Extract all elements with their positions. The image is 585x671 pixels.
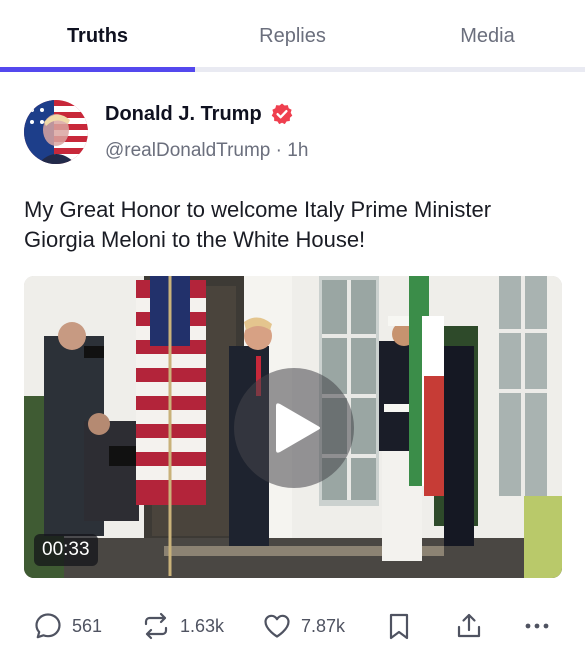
post-video[interactable]: 00:33 (24, 276, 562, 578)
reply-button[interactable]: 561 (33, 606, 102, 646)
share-icon (457, 613, 481, 638)
reply-count: 561 (72, 615, 103, 636)
active-tab-indicator (0, 67, 195, 72)
post-time: 1h (287, 140, 309, 161)
play-icon (276, 403, 320, 453)
more-icon (525, 623, 549, 629)
share-button[interactable] (454, 606, 484, 646)
more-options-button[interactable] (522, 606, 552, 646)
retruth-icon (144, 612, 168, 640)
video-duration: 00:33 (34, 534, 98, 566)
like-button[interactable]: 7.87k (262, 606, 345, 646)
author-handle-row: @realDonaldTrump · 1h (105, 140, 308, 162)
post-actions: 561 1.63k 7.87k (0, 606, 585, 646)
reply-icon (35, 613, 61, 639)
like-count: 7.87k (301, 615, 346, 636)
avatar[interactable] (24, 100, 88, 164)
verified-badge-icon (270, 102, 294, 126)
tab-replies[interactable]: Replies (195, 0, 390, 72)
play-button[interactable] (234, 368, 354, 488)
author-name-row[interactable]: Donald J. Trump (105, 102, 294, 126)
tab-truths[interactable]: Truths (0, 0, 195, 72)
bookmark-button[interactable] (386, 606, 412, 646)
author-name[interactable]: Donald J. Trump (105, 103, 262, 126)
retruth-count: 1.63k (180, 615, 225, 636)
post-text: My Great Honor to welcome Italy Prime Mi… (24, 197, 492, 252)
separator-dot: · (275, 140, 288, 161)
retruth-button[interactable]: 1.63k (141, 606, 224, 646)
bookmark-icon (389, 613, 409, 640)
tab-media[interactable]: Media (390, 0, 585, 72)
author-handle[interactable]: @realDonaldTrump (105, 140, 270, 161)
heart-icon (264, 614, 290, 638)
profile-tabs: Truths Replies Media (0, 0, 585, 72)
